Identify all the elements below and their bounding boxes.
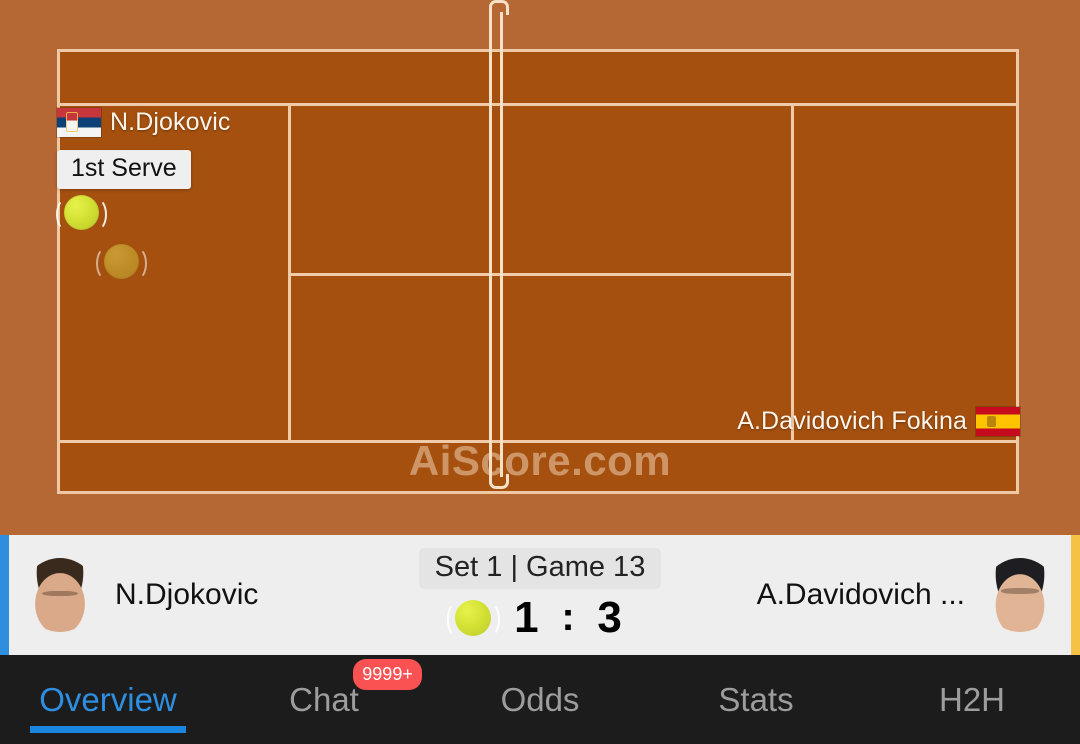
tennis-court-visualization: AiScore.com N.Djokovic 1st Serve A.David… bbox=[0, 0, 1080, 535]
score-row: 1 : 3 bbox=[446, 592, 624, 643]
tab-stats[interactable]: Stats bbox=[648, 655, 864, 744]
away-player-name: A.Davidovich ... bbox=[756, 578, 965, 611]
home-accent-bar bbox=[0, 535, 9, 655]
watermark: AiScore.com bbox=[408, 437, 672, 484]
center-service-line bbox=[288, 273, 794, 276]
spain-flag-icon bbox=[976, 407, 1020, 436]
chat-unread-badge: 9999+ bbox=[353, 658, 422, 690]
away-accent-bar bbox=[1071, 535, 1080, 655]
home-score: 1 bbox=[514, 592, 539, 642]
tab-chat[interactable]: Chat 9999+ bbox=[216, 655, 432, 744]
avatar bbox=[983, 558, 1057, 632]
tab-bar: Overview Chat 9999+ Odds Stats H2H bbox=[0, 655, 1080, 744]
tab-overview-label: Overview bbox=[39, 680, 177, 718]
tab-stats-label: Stats bbox=[718, 680, 794, 718]
active-tab-indicator bbox=[30, 726, 186, 733]
court-player-bottom: A.Davidovich Fokina bbox=[737, 407, 1020, 436]
scoreboard-center: Set 1 | Game 13 1 : 3 bbox=[395, 535, 685, 655]
scoreboard[interactable]: N.Djokovic Set 1 | Game 13 1 : 3 A.David… bbox=[0, 535, 1080, 655]
tab-odds-label: Odds bbox=[500, 680, 580, 718]
tab-overview[interactable]: Overview bbox=[0, 655, 216, 744]
previous-serve-ball bbox=[95, 244, 148, 281]
singles-sideline-top bbox=[60, 103, 1016, 106]
current-serve-ball bbox=[55, 195, 108, 232]
tab-odds[interactable]: Odds bbox=[432, 655, 648, 744]
scoreboard-home[interactable]: N.Djokovic bbox=[9, 535, 395, 655]
serve-indicator-ball-icon bbox=[446, 599, 500, 637]
avatar bbox=[23, 558, 97, 632]
scoreboard-away[interactable]: A.Davidovich ... bbox=[685, 535, 1071, 655]
serve-type-badge: 1st Serve bbox=[57, 150, 191, 189]
tab-h2h[interactable]: H2H bbox=[864, 655, 1080, 744]
score-separator: : bbox=[561, 595, 575, 639]
set-game-badge: Set 1 | Game 13 bbox=[418, 547, 662, 589]
away-score: 3 bbox=[597, 592, 622, 642]
net-icon bbox=[489, 0, 509, 489]
serbia-flag-icon bbox=[57, 108, 101, 137]
match-live-view: AiScore.com N.Djokovic 1st Serve A.David… bbox=[0, 0, 1080, 744]
home-player-name: N.Djokovic bbox=[115, 578, 259, 611]
court-player-top: N.Djokovic bbox=[57, 108, 230, 137]
court-player-top-name: N.Djokovic bbox=[110, 108, 231, 136]
court-player-bottom-name: A.Davidovich Fokina bbox=[737, 407, 967, 435]
tab-h2h-label: H2H bbox=[938, 680, 1006, 718]
tab-chat-label: Chat 9999+ bbox=[289, 658, 422, 719]
